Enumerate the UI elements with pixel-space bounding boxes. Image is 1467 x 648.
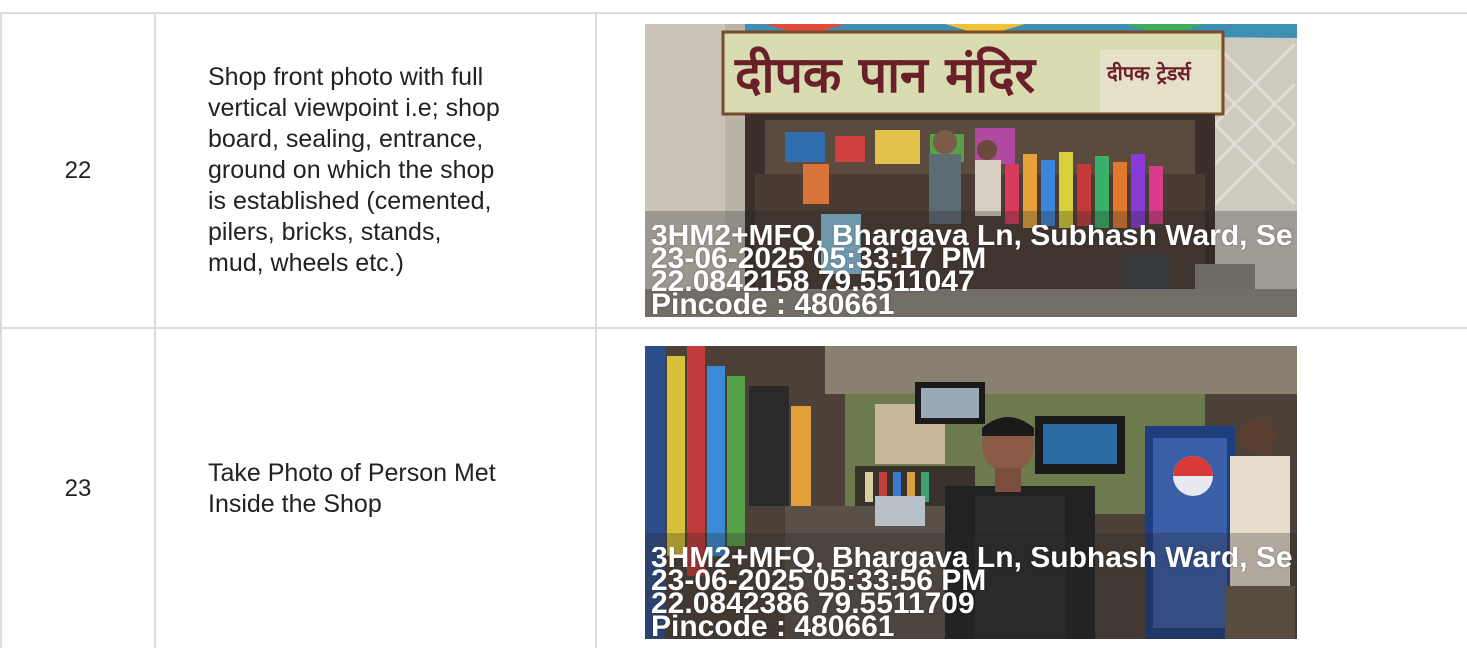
sign-text: दीपक पान मंदिर xyxy=(734,46,1037,104)
row-number: 22 xyxy=(0,12,156,329)
shop-front-photo: दीपक पान मंदिर दीपक ट्रेडर्स 3HM2+MFQ, B… xyxy=(645,24,1297,317)
description-line: is established (cemented, xyxy=(208,187,492,215)
description-line: ground on which the shop xyxy=(208,156,495,184)
description-line: pilers, bricks, stands, xyxy=(208,218,442,246)
geotag-stamp: 3HM2+MFQ, Bhargava Ln, Subhash Ward, Se … xyxy=(651,547,1297,639)
description-line: Inside the Shop xyxy=(208,489,382,518)
description-line: Take Photo of Person Met xyxy=(208,458,496,487)
description-line: mud, wheels etc.) xyxy=(208,249,404,277)
row-description: Shop front photo with full vertical view… xyxy=(154,12,597,329)
report-sheet: 22 Shop front photo with full vertical v… xyxy=(0,0,1467,648)
verification-table: 22 Shop front photo with full vertical v… xyxy=(0,12,1467,648)
description-line: Shop front photo with full xyxy=(208,63,484,91)
row-description: Take Photo of Person Met Inside the Shop xyxy=(154,327,597,648)
person-met-photo: 3HM2+MFQ, Bhargava Ln, Subhash Ward, Se … xyxy=(645,346,1297,639)
sign-side-text: दीपक ट्रेडर्स xyxy=(1106,61,1192,85)
table-row: 23 Take Photo of Person Met Inside the S… xyxy=(0,327,1467,648)
row-number: 23 xyxy=(0,327,156,648)
geotag-stamp: 3HM2+MFQ, Bhargava Ln, Subhash Ward, Se … xyxy=(651,225,1297,317)
table-row: 22 Shop front photo with full vertical v… xyxy=(0,12,1467,329)
photo-cell: 3HM2+MFQ, Bhargava Ln, Subhash Ward, Se … xyxy=(595,327,1467,648)
description-line: vertical viewpoint i.e; shop xyxy=(208,94,500,122)
photo-cell: दीपक पान मंदिर दीपक ट्रेडर्स 3HM2+MFQ, B… xyxy=(595,12,1467,329)
description-line: board, sealing, entrance, xyxy=(208,125,484,153)
